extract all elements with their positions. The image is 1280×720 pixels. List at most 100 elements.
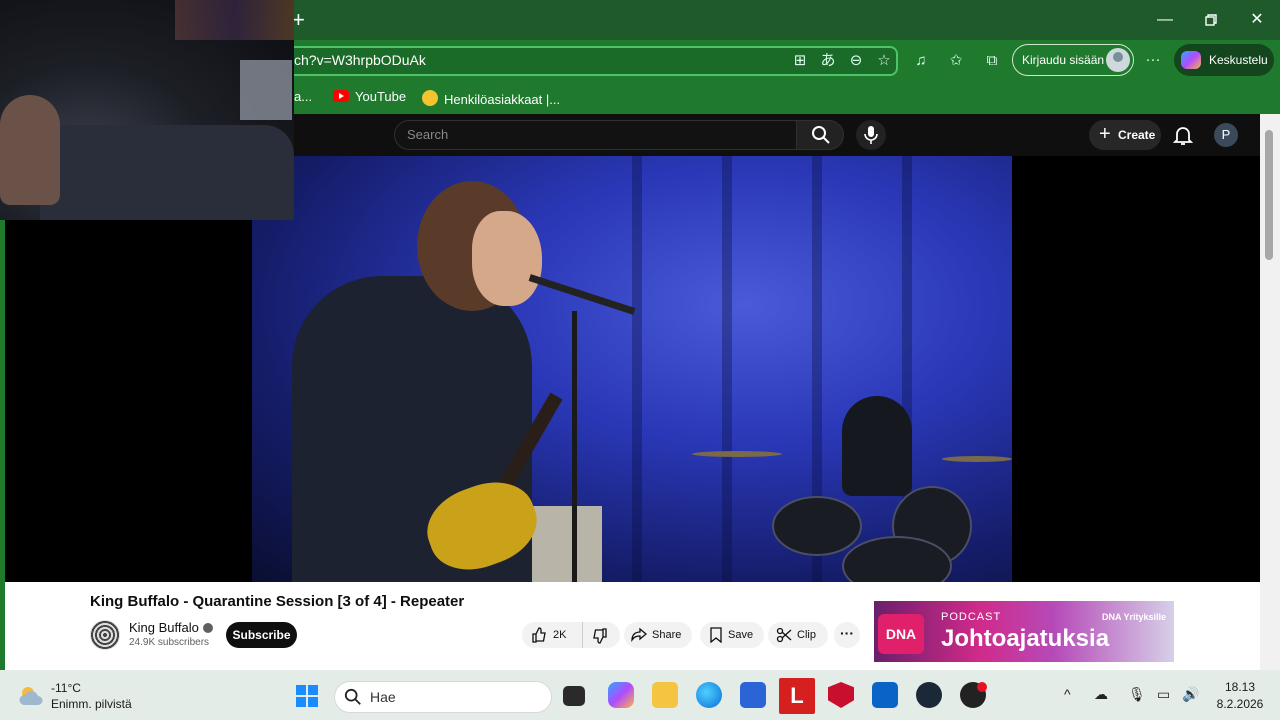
like-count: 2K [553, 629, 567, 641]
search-button[interactable] [796, 120, 844, 150]
channel-name[interactable]: King Buffalo [129, 620, 213, 635]
translate-icon[interactable]: あ [817, 50, 839, 72]
scissors-icon [776, 627, 792, 643]
network-icon[interactable]: ▭ [1157, 686, 1170, 703]
streamer [0, 95, 60, 205]
thumbs-down-icon [593, 628, 607, 644]
close-button[interactable]: ✕ [1243, 8, 1271, 32]
ad-logo: DNA [878, 614, 924, 654]
minimize-button[interactable]: — [1151, 8, 1179, 32]
window [240, 60, 292, 120]
restore-button[interactable] [1197, 8, 1225, 32]
favorite-star-icon[interactable]: ☆ [873, 50, 895, 72]
signin-label: Kirjaudu sisään [1022, 53, 1105, 67]
search-icon [812, 126, 830, 144]
cymbal [692, 451, 782, 457]
bookmark-label: Henkilöasiakkaat |... [444, 92, 561, 107]
bookmark-label: YouTube [355, 89, 407, 104]
channel-avatar[interactable] [90, 620, 120, 650]
share-icon [631, 627, 647, 643]
ad-title: Johtoajatuksia [941, 625, 1110, 652]
clock-time[interactable]: 18.13 [1218, 680, 1262, 694]
thumbs-up-icon [532, 627, 546, 643]
zoom-icon[interactable]: ⊖ [845, 50, 867, 72]
create-button[interactable]: Create [1089, 119, 1161, 150]
bookmark-item[interactable]: a... [294, 88, 312, 106]
more-icon[interactable]: ··· [1142, 49, 1164, 71]
channel-name-text: King Buffalo [129, 620, 199, 635]
weather-temperature[interactable]: -11°C [51, 681, 81, 695]
copilot-icon [1181, 51, 1201, 69]
like-button[interactable]: 2K [522, 622, 582, 648]
collections-icon[interactable]: ⧉ [981, 50, 1003, 72]
windows-start-icon[interactable] [295, 684, 319, 708]
favorites-icon[interactable]: ✩ [945, 50, 967, 72]
restore-icon [1205, 14, 1217, 26]
weather-description[interactable]: Enimm. pilvistä [51, 697, 132, 711]
dislike-button[interactable] [582, 622, 620, 648]
url-text: ch?v=W3hrpbODuAk [294, 52, 426, 68]
search-input[interactable]: Search [394, 120, 798, 150]
outlook-icon[interactable] [872, 682, 898, 708]
couch [40, 125, 294, 220]
notifications-bell-icon[interactable] [1171, 123, 1195, 147]
subscriber-count: 24.9K subscribers [129, 637, 210, 648]
microphone-icon [864, 126, 878, 144]
subscribe-button[interactable]: Subscribe [226, 622, 297, 648]
microphone-stand [572, 311, 577, 582]
share-button[interactable]: Share [624, 622, 692, 648]
microphone-tray-icon[interactable]: 🎙 [1128, 686, 1146, 703]
voice-search-button[interactable] [856, 120, 886, 150]
cymbal [942, 456, 1012, 462]
verified-icon [202, 623, 213, 633]
drum [772, 496, 862, 556]
bookmark-youtube[interactable]: YouTube [333, 88, 406, 106]
music-icon[interactable]: ♫ [910, 50, 932, 72]
youtube-icon [333, 90, 349, 102]
save-icon [710, 627, 722, 643]
edge-browser-icon[interactable] [696, 682, 722, 708]
curtain [722, 156, 732, 582]
clip-label: Clip [797, 629, 816, 641]
bookmark-henkiloasiakkaat[interactable]: Henkilöasiakkaat |... [422, 88, 561, 107]
copilot-app-icon[interactable] [608, 682, 634, 708]
screen: + — ✕ ch?v=W3hrpbODuAk ⊞ あ ⊖ ☆ ♫ ✩ ⧉ Kir… [0, 0, 1280, 720]
ad-brand: DNA Yrityksille [1102, 612, 1167, 622]
wall-decoration [175, 0, 294, 40]
account-avatar[interactable]: P [1214, 123, 1238, 147]
microsoft-store-icon[interactable] [740, 682, 766, 708]
weather-cloud-icon [19, 687, 43, 705]
apps-icon[interactable]: ⊞ [789, 50, 811, 72]
site-icon [422, 90, 438, 106]
l-app-icon[interactable]: L [779, 678, 815, 714]
save-button[interactable]: Save [700, 622, 764, 648]
signin-button[interactable]: Kirjaudu sisään [1012, 44, 1134, 76]
taskbar [0, 670, 1280, 720]
clip-button[interactable]: Clip [768, 622, 828, 648]
file-explorer-icon[interactable] [652, 682, 678, 708]
save-label: Save [728, 629, 754, 641]
bookmark-label: a... [294, 89, 313, 104]
search-icon [344, 688, 361, 705]
webcam-overlay [0, 0, 294, 220]
taskbar-search-input[interactable]: Hae [334, 681, 552, 713]
drummer [842, 396, 912, 496]
more-actions-button[interactable]: ··· [834, 622, 860, 648]
curtain [632, 156, 642, 582]
ad-kicker: PODCAST [941, 611, 1002, 623]
microphone-arm [528, 274, 636, 315]
copilot-label: Keskustelu [1209, 53, 1268, 67]
video-title: King Buffalo - Quarantine Session [3 of … [90, 593, 465, 610]
copilot-button[interactable]: Keskustelu [1174, 44, 1274, 76]
chevron-up-icon[interactable]: ^ [1064, 686, 1071, 702]
steam-icon[interactable] [916, 682, 942, 708]
clock-date[interactable]: 8.2.2026 [1212, 697, 1268, 711]
notification-badge [977, 682, 987, 692]
onedrive-icon[interactable]: ☁ [1094, 686, 1108, 703]
singer-face [472, 211, 542, 306]
video-player[interactable] [252, 156, 1012, 582]
task-view-icon[interactable] [563, 686, 585, 706]
volume-icon[interactable]: 🔊 [1182, 686, 1199, 703]
profile-icon [1106, 48, 1130, 72]
scrollbar-thumb[interactable] [1265, 130, 1273, 260]
